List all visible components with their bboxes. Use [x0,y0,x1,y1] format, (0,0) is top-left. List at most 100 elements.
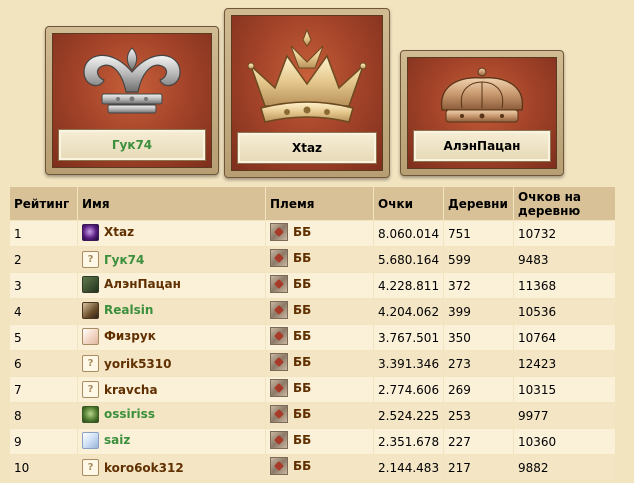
player-avatar [82,431,99,449]
points-value: 2.351.678 [378,434,440,449]
tribe-name[interactable]: ББ [293,277,311,291]
points-cell: 2.524.225 [373,402,444,429]
player-link[interactable]: Физрук [82,327,156,345]
rank-value: 9 [14,434,22,449]
table-row: 3 АлэнПацан ББ 4.228.811 372 11368 [9,272,616,299]
rank-cell: 2 [9,246,78,273]
tribe-flag-icon [270,327,288,345]
tribe-flag-icon [270,275,288,293]
gold-crown-icon [247,28,367,123]
points-cell: 3.767.501 [373,324,444,351]
tribe-link[interactable]: ББ [270,457,311,475]
tribe-name[interactable]: ББ [293,303,311,317]
player-name[interactable]: Xtaz [104,225,134,239]
tribe-link[interactable]: ББ [270,249,311,267]
tribe-link[interactable]: ББ [270,353,311,371]
rank-value: 8 [14,408,22,423]
podium-panel: Xtaz [231,15,383,171]
header-points-per-village: Очков на деревню [513,186,616,221]
player-link[interactable]: ? Гук74 [82,251,144,268]
points-cell: 3.391.346 [373,350,444,377]
placeholder-avatar-icon: ? [82,459,99,476]
rank-value: 7 [14,382,22,397]
podium-player-name[interactable]: Xtaz [292,141,322,155]
header-villages: Деревни [443,186,514,221]
player-cell: ? yorik5310 [77,350,266,377]
tribe-name[interactable]: ББ [293,251,311,265]
tribe-link[interactable]: ББ [270,431,311,449]
player-link[interactable]: ? yorik5310 [82,355,171,372]
tribe-cell: ББ [265,376,374,403]
table-header-row: Рейтинг Имя Племя Очки Деревни Очков на … [9,186,616,221]
villages-cell: 350 [443,324,514,351]
per-village-cell: 10315 [513,376,616,403]
player-link[interactable]: Xtaz [82,223,134,241]
podium-panel: АлэнПацан [407,57,557,169]
podium-player-name[interactable]: Гук74 [112,138,152,152]
tribe-name[interactable]: ББ [293,381,311,395]
player-cell: Физрук [77,324,266,351]
rank-cell: 6 [9,350,78,377]
tribe-name[interactable]: ББ [293,329,311,343]
table-row: 2 ? Гук74 ББ 5.680.164 599 9483 [9,246,616,273]
tribe-cell: ББ [265,298,374,325]
per-village-value: 10315 [518,382,557,397]
tribe-name[interactable]: ББ [293,433,311,447]
per-village-value: 9882 [518,460,549,475]
podium-name-plate[interactable]: АлэнПацан [413,130,551,162]
tribe-link[interactable]: ББ [270,379,311,397]
tribe-name[interactable]: ББ [293,355,311,369]
player-link[interactable]: saiz [82,431,130,449]
per-village-cell: 10764 [513,324,616,351]
points-value: 2.774.606 [378,382,440,397]
player-avatar [82,223,99,241]
per-village-cell: 9483 [513,246,616,273]
table-row: 9 saiz ББ 2.351.678 227 10360 [9,428,616,455]
player-name[interactable]: saiz [104,433,130,447]
table-row: 1 Xtaz ББ 8.060.014 751 10732 [9,220,616,247]
player-cell: ? koro6ok312 [77,454,266,481]
podium-name-plate[interactable]: Гук74 [58,129,206,161]
rank-value: 3 [14,278,22,293]
tribe-link[interactable]: ББ [270,301,311,319]
table-row: 10 ? koro6ok312 ББ 2.144.483 217 9882 [9,454,616,481]
rank-cell: 1 [9,220,78,247]
table-row: 7 ? kravcha ББ 2.774.606 269 10315 [9,376,616,403]
player-name[interactable]: yorik5310 [104,357,171,371]
player-avatar [82,327,99,345]
player-name[interactable]: АлэнПацан [104,277,181,291]
player-name[interactable]: Гук74 [104,253,144,267]
player-link[interactable]: ? kravcha [82,381,158,398]
points-value: 2.524.225 [378,408,440,423]
player-link[interactable]: АлэнПацан [82,275,181,293]
tribe-link[interactable]: ББ [270,327,311,345]
points-value: 3.767.501 [378,330,440,345]
player-link[interactable]: Realsin [82,301,153,319]
tribe-name[interactable]: ББ [293,407,311,421]
player-name[interactable]: kravcha [104,383,158,397]
tribe-name[interactable]: ББ [293,225,311,239]
tribe-name[interactable]: ББ [293,459,311,473]
player-link[interactable]: ? koro6ok312 [82,459,184,476]
podium-name-plate[interactable]: Xtaz [237,132,377,164]
villages-value: 350 [448,330,471,345]
rank-cell: 7 [9,376,78,403]
placeholder-avatar-icon: ? [82,251,99,268]
podium-player-name[interactable]: АлэнПацан [444,139,521,153]
player-name[interactable]: Realsin [104,303,153,317]
per-village-value: 9977 [518,408,549,423]
tribe-link[interactable]: ББ [270,223,311,241]
player-name[interactable]: Физрук [104,329,156,343]
villages-value: 372 [448,278,471,293]
player-name[interactable]: koro6ok312 [104,461,184,475]
tribe-link[interactable]: ББ [270,275,311,293]
villages-value: 273 [448,356,471,371]
player-name[interactable]: ossiriss [104,407,155,421]
villages-cell: 253 [443,402,514,429]
villages-cell: 269 [443,376,514,403]
per-village-cell: 12423 [513,350,616,377]
per-village-value: 10732 [518,226,557,241]
tribe-link[interactable]: ББ [270,405,311,423]
player-link[interactable]: ossiriss [82,405,155,423]
tribe-flag-icon [270,379,288,397]
